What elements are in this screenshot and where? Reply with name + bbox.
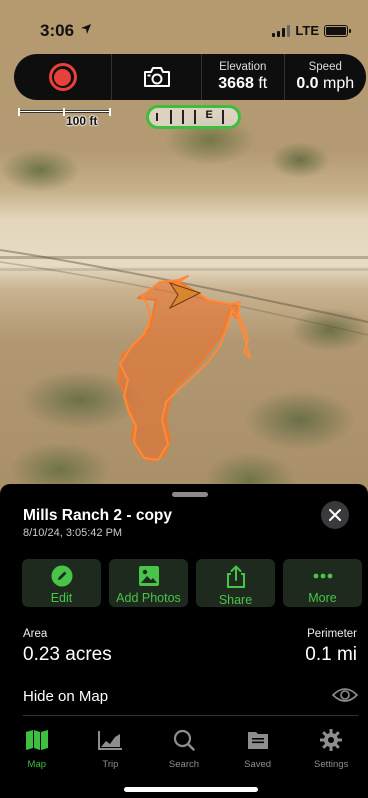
close-icon	[329, 509, 341, 521]
photo-icon	[138, 566, 159, 586]
more-dots-icon	[313, 573, 332, 579]
elevation-value: 3668	[218, 75, 254, 92]
sheet-grabber[interactable]	[172, 492, 208, 497]
compass-heading[interactable]: E	[146, 105, 241, 129]
tab-search-label: Search	[168, 759, 200, 770]
tab-map[interactable]: Map	[0, 727, 74, 777]
battery-icon	[324, 24, 351, 37]
speed-unit: mph	[323, 75, 355, 92]
network-label: LTE	[295, 23, 319, 38]
speed-readout: Speed 0.0 mph	[285, 54, 367, 100]
more-label: More	[308, 591, 337, 605]
edit-pencil-icon	[51, 565, 72, 587]
share-icon	[226, 565, 245, 588]
perimeter-value: 0.1 mi	[305, 644, 357, 665]
scale-label: 100 ft	[66, 114, 98, 128]
hide-on-map-label: Hide on Map	[23, 688, 109, 705]
saved-folder-icon	[247, 732, 268, 749]
edit-label: Edit	[50, 591, 73, 605]
tab-trip-label: Trip	[102, 759, 119, 770]
status-time: 3:06	[40, 21, 75, 40]
status-bar: 3:06 LTE	[0, 0, 368, 52]
share-button[interactable]: Share	[196, 559, 275, 607]
close-button[interactable]	[321, 501, 349, 529]
add-photos-label: Add Photos	[116, 591, 181, 605]
perimeter-label: Perimeter	[307, 628, 357, 640]
elevation-unit: ft	[258, 75, 268, 92]
edit-button[interactable]: Edit	[22, 559, 101, 607]
area-value: 0.23 acres	[23, 644, 112, 665]
share-label: Share	[218, 593, 253, 607]
search-icon	[173, 729, 195, 751]
signal-icon	[272, 24, 291, 37]
track-title: Mills Ranch 2 - copy	[23, 507, 173, 524]
record-icon	[48, 63, 77, 91]
tab-map-label: Map	[27, 759, 47, 770]
map-scale-bar: 100 ft	[18, 108, 112, 128]
compass-letter: E	[205, 109, 213, 121]
map-view[interactable]: 3:06 LTE Elevation 3668 ft Speed 0.0 mph…	[0, 0, 368, 500]
elevation-readout: Elevation 3668 ft	[202, 54, 285, 100]
divider	[23, 715, 358, 716]
track-date: 8/10/24, 3:05:42 PM	[23, 527, 123, 539]
tab-search[interactable]: Search	[147, 727, 221, 777]
speed-label: Speed	[308, 61, 342, 73]
area-label: Area	[23, 628, 48, 640]
home-indicator	[124, 787, 258, 792]
tab-settings-label: Settings	[314, 759, 349, 770]
map-toolbar: Elevation 3668 ft Speed 0.0 mph	[14, 54, 366, 100]
tab-saved[interactable]: Saved	[221, 727, 295, 777]
elevation-label: Elevation	[219, 61, 267, 73]
speed-value: 0.0	[296, 75, 319, 92]
tab-bar: Map Trip Search Saved Settings	[0, 727, 368, 777]
more-button[interactable]: More	[283, 559, 362, 607]
gear-icon	[320, 729, 343, 751]
tab-settings[interactable]: Settings	[294, 727, 368, 777]
action-buttons: Edit Add Photos Share More	[22, 559, 362, 607]
eye-toggle-icon[interactable]	[331, 685, 359, 710]
camera-icon	[143, 67, 170, 87]
trip-chart-icon	[98, 731, 123, 750]
tab-trip[interactable]: Trip	[74, 727, 148, 777]
record-button[interactable]	[14, 54, 112, 100]
tab-saved-label: Saved	[244, 759, 272, 770]
track-area-polygon	[116, 280, 240, 463]
add-photos-button[interactable]: Add Photos	[109, 559, 188, 607]
map-icon	[25, 730, 48, 750]
location-arrow-status-icon	[80, 22, 92, 40]
camera-button[interactable]	[112, 54, 202, 100]
